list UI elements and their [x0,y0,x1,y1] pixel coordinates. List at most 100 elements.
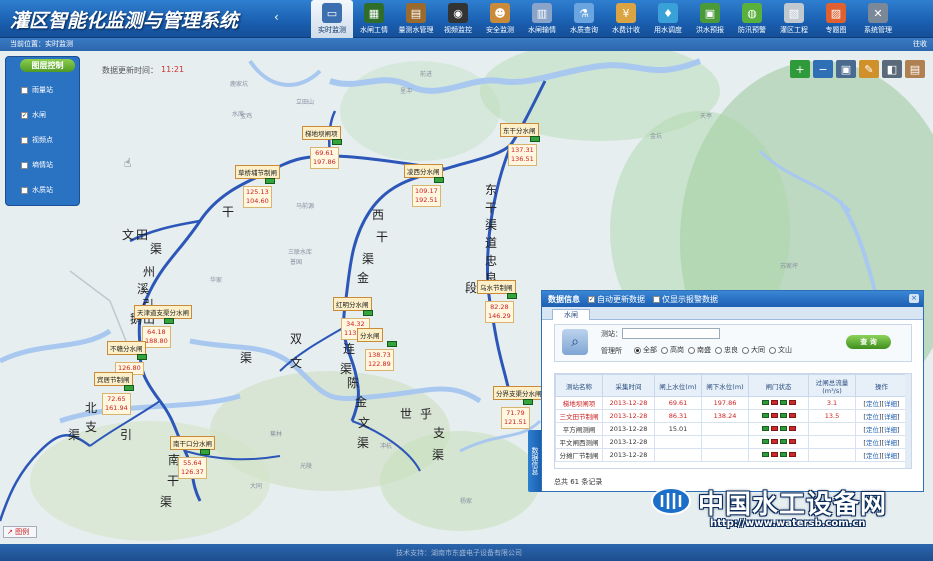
canal-label: 忠 [485,254,498,268]
station-name-cell[interactable]: 分摊厂节制闸 [555,448,603,462]
layer-checkbox[interactable] [21,161,28,169]
canal-label: 支 [433,426,446,440]
radio-dot[interactable] [688,346,695,354]
nav-item-10[interactable]: ◍ 防汛预警 [731,0,773,38]
downstream-level: 104.60 [246,197,269,205]
gate-status-icon [788,452,796,457]
auto-update-checkbox[interactable]: ✓ [588,295,595,303]
gate-status-icon [779,400,787,405]
station-name-cell[interactable]: 平文闸西测闸 [555,435,603,449]
gate-status-cell [748,422,809,436]
locate-link[interactable]: 定位 [866,439,879,447]
nav-prev-arrow-icon[interactable]: ‹ [274,10,279,24]
alarm-only-checkbox[interactable] [653,295,660,303]
nav-item-1[interactable]: ▦ 水闸工情 [353,0,395,38]
nav-item-2[interactable]: ▤ 量测水管理 [395,0,437,38]
table-row: 平文闸西测闸 2013-12-28 [定位][详细] [555,435,908,449]
canal-label: 段 [465,281,478,295]
nav-item-4[interactable]: ☻ 安全监测 [479,0,521,38]
layer-item-label: 雨量站 [32,86,53,94]
nav-item-3[interactable]: ◉ 视频监控 [437,0,479,38]
station-name-cell[interactable]: 梯地坝闸项 [555,396,603,410]
footer: 技术支持：湖南市东盛电子设备有限公司 [0,544,933,561]
watermark-url: http://www.watersb.com.cn [710,518,866,529]
detail-link[interactable]: 详细 [884,413,897,421]
downstream-level: 146.29 [488,312,511,320]
layer-icon[interactable]: ◧ [882,60,902,78]
collapse-panel-icon[interactable]: × [909,294,919,303]
radio-dot[interactable] [742,346,749,354]
print-icon[interactable]: ▤ [905,60,925,78]
station-name-cell[interactable]: 平方闸测闸 [555,422,603,436]
nav-item-6[interactable]: ⚗ 水质查询 [563,0,605,38]
auto-update-toggle[interactable]: ✓ 自动更新数据 [588,294,645,305]
locate-link[interactable]: 定位 [866,426,879,434]
layer-item[interactable]: 水质站 [21,185,53,195]
column-header: 闸门状态 [748,374,809,397]
org-radio[interactable]: 大同 [742,345,765,355]
nav-item-9[interactable]: ▣ 洪水预报 [689,0,731,38]
layer-item[interactable]: 视频点 [21,135,53,145]
org-radio[interactable]: 全部 [634,345,657,355]
detail-link[interactable]: 详细 [884,439,897,447]
gate-status-icon [770,426,778,431]
layer-item[interactable]: ✓ 水闸 [21,110,46,120]
nav-item-0[interactable]: ▭ 实时监测 [311,0,353,38]
org-radio[interactable]: 忠良 [715,345,738,355]
data-panel-side-tab[interactable]: 数据信息 [528,430,541,492]
nav-item-13[interactable]: ✕ 系统管理 [857,0,899,38]
legend-button[interactable]: ↗ 图例 [3,526,37,538]
station-input[interactable] [622,328,720,339]
station-name: 分界支渠分水闸 [493,386,545,400]
canal-label: 引 [120,428,133,442]
locate-link[interactable]: 定位 [866,452,879,460]
layer-control-panel: 图层控制 雨量站 ✓ 水闸视频点墒情站水质站 [5,56,80,206]
zoom-in-icon[interactable]: + [790,60,810,78]
station-name-cell[interactable]: 三文田节制闸 [555,409,603,423]
engineering-icon: ▧ [784,3,804,23]
station-values: 55.64 126.37 [178,457,207,479]
org-radio[interactable]: 高岗 [661,345,684,355]
org-radio[interactable]: 文山 [769,345,792,355]
detail-link[interactable]: 详细 [884,426,897,434]
nav-item-12[interactable]: ▨ 专题图 [815,0,857,38]
station-values: 69.61 197.86 [310,147,339,169]
detail-link[interactable]: 详细 [884,400,897,408]
layer-item[interactable]: 雨量站 [21,85,53,95]
radio-dot[interactable] [634,346,641,354]
table-scrollbar[interactable] [905,374,911,468]
layer-checkbox[interactable] [21,136,28,144]
nav-item-8[interactable]: ♦ 用水调度 [647,0,689,38]
nav-item-7[interactable]: ¥ 水费计收 [605,0,647,38]
upstream-level: 137.31 [511,146,534,154]
org-radio[interactable]: 南盛 [688,345,711,355]
table-row: 三文田节制闸 2013-12-28 86.31 138.24 13.5 [定位][详细] [555,409,908,423]
query-button[interactable]: 查 询 [846,335,891,349]
pen-icon[interactable]: ✎ [859,60,879,78]
radio-dot[interactable] [661,346,668,354]
gate-status-cell [748,409,809,423]
canal-label: 连 [343,342,356,356]
tab-sluice[interactable]: 水闸 [552,309,590,320]
detail-link[interactable]: 详细 [884,452,897,460]
upstream-cell [654,448,702,462]
locate-link[interactable]: 定位 [866,400,879,408]
zoom-out-icon[interactable]: − [813,60,833,78]
gate-status-icon [779,413,787,418]
radio-dot[interactable] [715,346,722,354]
layer-checkbox[interactable]: ✓ [21,111,28,119]
radio-dot[interactable] [769,346,776,354]
layer-checkbox[interactable] [21,186,28,194]
table-header-row: 测站名称 采集时间 闸上水位(m) 闸下水位(m) 闸门状态 过闸总流量(m³/s) 操作 [555,374,908,397]
table-row: 梯地坝闸项 2013-12-28 69.61 197.86 3.1 [定位][详细] [555,396,908,410]
layer-control-title[interactable]: 图层控制 [20,59,75,72]
collapse-button[interactable]: 往收 [913,39,927,49]
org-radio-label: 南盛 [697,346,711,354]
layer-checkbox[interactable] [21,86,28,94]
layer-item[interactable]: 墒情站 [21,160,53,170]
locate-link[interactable]: 定位 [866,413,879,421]
nav-item-5[interactable]: ▥ 水闸输情 [521,0,563,38]
full-extent-icon[interactable]: ▣ [836,60,856,78]
alarm-only-toggle[interactable]: 仅显示报警数据 [653,294,718,305]
nav-item-11[interactable]: ▧ 灌区工程 [773,0,815,38]
